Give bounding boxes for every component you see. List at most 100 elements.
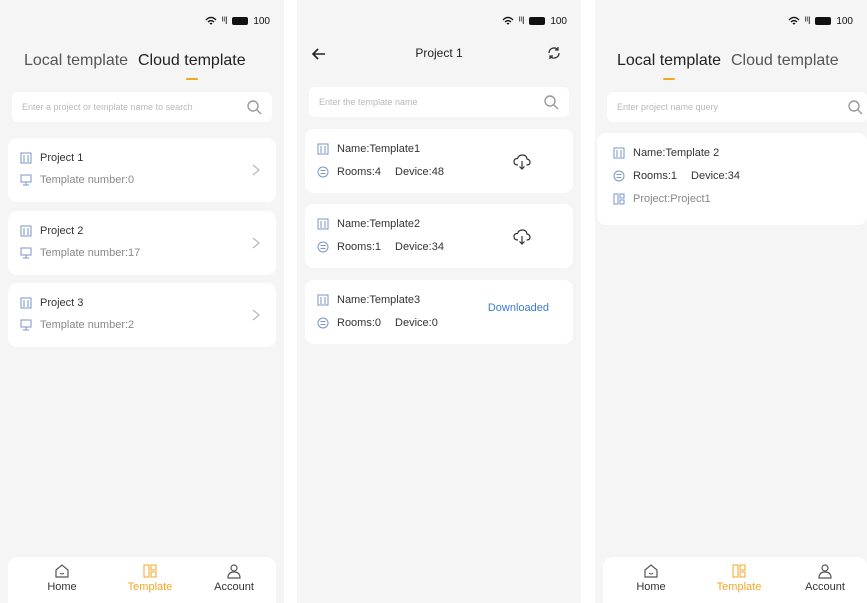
search-input[interactable]: Enter the template name	[309, 87, 569, 117]
template-name: Name:Template 2	[633, 147, 720, 159]
template-count: Template number:2	[40, 319, 135, 331]
downloaded-status: Downloaded	[487, 302, 549, 314]
status-bar: ᴵᴵl 100	[595, 0, 867, 38]
rooms-count: Rooms:1	[633, 170, 678, 182]
template-icon	[732, 564, 746, 578]
template-icon	[143, 564, 157, 578]
tab-underline	[663, 78, 676, 80]
building-icon	[317, 218, 329, 230]
signal-text: ᴵᴵl	[804, 15, 811, 27]
bottom-nav: Home Template Account	[8, 557, 276, 603]
signal-text: ᴵᴵl	[221, 15, 228, 27]
template-name-row: Name:Template3	[317, 294, 420, 306]
template-stats-row: Rooms:1 Device:34	[613, 170, 740, 182]
list-circle-icon	[317, 317, 329, 329]
page-title: Project 1	[415, 46, 463, 60]
nav-template[interactable]: Template	[120, 563, 180, 593]
device-count: Device:48	[395, 166, 444, 178]
tab-local-template[interactable]: Local template	[617, 52, 721, 80]
list-circle-icon	[317, 241, 329, 253]
template-card[interactable]: Name:Template 2 Rooms:1 Device:34 Projec…	[597, 133, 867, 225]
project-row: Project:Project1	[613, 193, 711, 205]
nav-template[interactable]: Template	[709, 563, 769, 593]
project-card[interactable]: Project 2 Template number:17	[8, 211, 276, 275]
nav-home[interactable]: Home	[621, 563, 681, 593]
template-name: Name:Template1	[337, 143, 421, 155]
monitor-icon	[20, 319, 32, 331]
project-name: Project 2	[40, 225, 84, 237]
template-card[interactable]: Name:Template2 Rooms:1 Device:34	[305, 204, 573, 268]
signal-text: ᴵᴵl	[518, 15, 525, 27]
tab-local-template[interactable]: Local template	[24, 52, 128, 70]
project-card[interactable]: Project 3 Template number:2	[8, 283, 276, 347]
status-bar: ᴵᴵl 100	[0, 0, 284, 38]
layout-icon	[613, 193, 625, 205]
wifi-icon	[205, 16, 217, 25]
search-icon[interactable]	[847, 99, 863, 115]
search-input[interactable]: Enter project name query	[607, 92, 867, 122]
project-name: Project 1	[40, 152, 84, 164]
chevron-right-icon[interactable]	[252, 237, 260, 249]
tab-underline	[185, 78, 198, 80]
template-count: Template number:17	[40, 247, 141, 259]
project-name-row: Project 1	[20, 152, 83, 164]
monitor-icon	[20, 247, 32, 259]
cloud-template-screen: ᴵᴵl 100 Local template Cloud template En…	[0, 0, 284, 603]
project-card[interactable]: Project 1 Template number:0	[8, 138, 276, 202]
template-count: Template number:0	[40, 174, 135, 186]
template-count-row: Template number:17	[20, 247, 140, 259]
cloud-download-icon[interactable]	[513, 229, 531, 245]
device-count: Device:34	[691, 170, 740, 182]
rooms-count: Rooms:0	[337, 317, 382, 329]
project-name: Project 3	[40, 297, 84, 309]
header: Project 1	[297, 38, 581, 78]
home-icon	[55, 564, 69, 578]
refresh-icon[interactable]	[547, 46, 561, 60]
template-tabs: Local template Cloud template	[595, 38, 867, 82]
tab-cloud-template[interactable]: Cloud template	[138, 52, 246, 80]
tab-cloud-template[interactable]: Cloud template	[731, 52, 839, 70]
project-name-row: Project 3	[20, 297, 83, 309]
template-card[interactable]: Name:Template3 Rooms:0 Device:0 Download…	[305, 280, 573, 344]
nav-home[interactable]: Home	[32, 563, 92, 593]
search-icon[interactable]	[543, 94, 559, 110]
device-count: Device:34	[395, 241, 444, 253]
template-stats-row: Rooms:0 Device:0	[317, 317, 438, 329]
user-icon	[818, 564, 832, 579]
template-name-row: Name:Template 2	[613, 147, 719, 159]
building-icon	[613, 147, 625, 159]
list-circle-icon	[613, 170, 625, 182]
building-icon	[20, 297, 32, 309]
monitor-icon	[20, 174, 32, 186]
building-icon	[317, 143, 329, 155]
nav-account[interactable]: Account	[795, 563, 855, 593]
battery-icon	[232, 17, 249, 25]
search-input[interactable]: Enter a project or template name to sear…	[12, 92, 272, 122]
rooms-count: Rooms:4	[337, 166, 382, 178]
template-name-row: Name:Template2	[317, 218, 420, 230]
template-tabs: Local template Cloud template	[0, 38, 284, 82]
local-template-screen: ᴵᴵl 100 Local template Cloud template En…	[595, 0, 867, 603]
project-detail-screen: ᴵᴵl 100 Project 1 Enter the template nam…	[297, 0, 581, 603]
bottom-nav: Home Template Account	[603, 557, 867, 603]
search-icon[interactable]	[246, 99, 262, 115]
cloud-download-icon[interactable]	[513, 154, 531, 170]
template-name: Name:Template2	[337, 218, 421, 230]
building-icon	[317, 294, 329, 306]
template-name-row: Name:Template1	[317, 143, 420, 155]
chevron-right-icon[interactable]	[252, 164, 260, 176]
device-count: Device:0	[395, 317, 438, 329]
home-icon	[644, 564, 658, 578]
template-count-row: Template number:0	[20, 174, 134, 186]
battery-icon	[815, 17, 832, 25]
wifi-icon	[788, 16, 800, 25]
chevron-right-icon[interactable]	[252, 309, 260, 321]
building-icon	[20, 152, 32, 164]
building-icon	[20, 225, 32, 237]
nav-account[interactable]: Account	[204, 563, 264, 593]
battery-level: 100	[836, 15, 853, 27]
status-bar: ᴵᴵl 100	[297, 0, 581, 38]
list-circle-icon	[317, 166, 329, 178]
template-stats-row: Rooms:1 Device:34	[317, 241, 444, 253]
template-card[interactable]: Name:Template1 Rooms:4 Device:48	[305, 129, 573, 193]
